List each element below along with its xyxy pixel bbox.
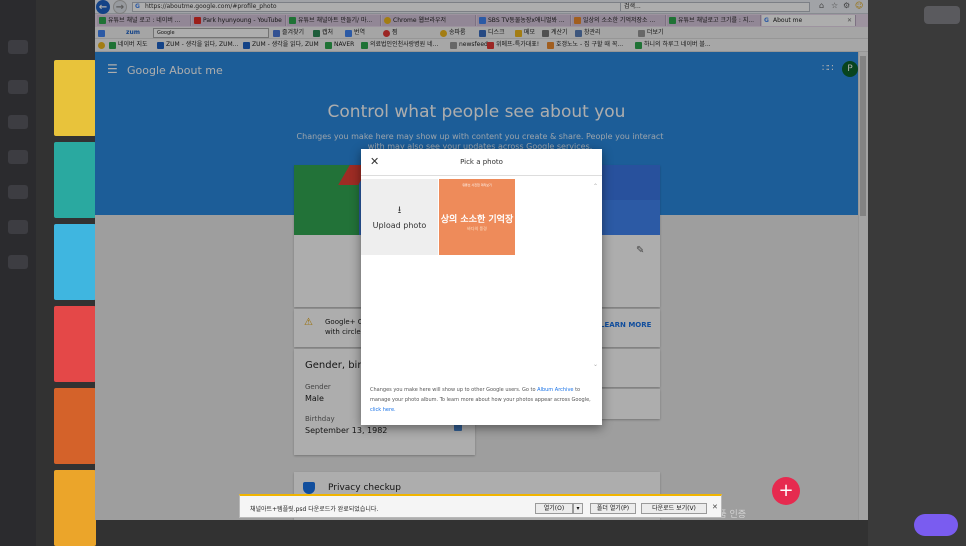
download-message: 채널아트+템플릿.psd 다운로드가 완료되었습니다. [250, 506, 379, 513]
bg-nav-item [8, 255, 28, 269]
open-button[interactable]: 열기(O) [535, 503, 573, 514]
thumb-sub-text: 바다의 풍경 [467, 226, 487, 231]
thumb-header-text: 유튜브 사진첩 미리보기 [462, 183, 492, 187]
close-download-bar-icon[interactable]: ✕ [712, 503, 718, 511]
click-here-link[interactable]: click here. [370, 407, 396, 413]
upload-photo-label: Upload photo [372, 221, 427, 230]
add-fab-button[interactable]: + [772, 477, 800, 505]
scroll-up-icon[interactable]: ⌃ [593, 183, 598, 190]
open-dropdown-icon[interactable]: ▾ [573, 503, 583, 514]
photo-thumbnail[interactable]: 유튜브 사진첩 미리보기 상의 소소한 기억장 바다의 풍경 [439, 179, 515, 255]
bg-nav-item [8, 220, 28, 234]
open-folder-button[interactable]: 폴더 열기(P) [590, 503, 636, 514]
dialog-footer-text: Changes you make here will show up to ot… [370, 387, 591, 413]
thumb-title-text: 상의 소소한 기억장 [440, 215, 514, 225]
background-app-sidebar [0, 0, 36, 546]
bg-nav-item [8, 115, 28, 129]
bg-nav-item [8, 80, 28, 94]
upload-icon: ⭳ [397, 205, 402, 216]
bg-nav-item [8, 40, 28, 54]
view-downloads-button[interactable]: 다운로드 보기(V) [641, 503, 707, 514]
upload-photo-tile[interactable]: ⭳ Upload photo [361, 179, 438, 255]
pick-photo-dialog: ✕ Pick a photo ⭳ Upload photo 유튜브 사진첩 미리… [361, 149, 602, 425]
dialog-title: Pick a photo [460, 158, 503, 166]
background-template-thumbnails [54, 60, 96, 546]
download-notification-bar: 채널아트+템플릿.psd 다운로드가 완료되었습니다. 열기(O) ▾ 폴더 열… [239, 494, 722, 518]
bg-nav-item [8, 150, 28, 164]
dialog-header: ✕ Pick a photo [361, 149, 602, 176]
background-app-right-panel [868, 0, 966, 546]
album-archive-link[interactable]: Album Archive [537, 387, 573, 393]
scroll-down-icon[interactable]: ⌄ [593, 361, 598, 368]
browser-window: ← → https://aboutme.google.com/#profile_… [95, 0, 868, 520]
bg-nav-item [8, 185, 28, 199]
